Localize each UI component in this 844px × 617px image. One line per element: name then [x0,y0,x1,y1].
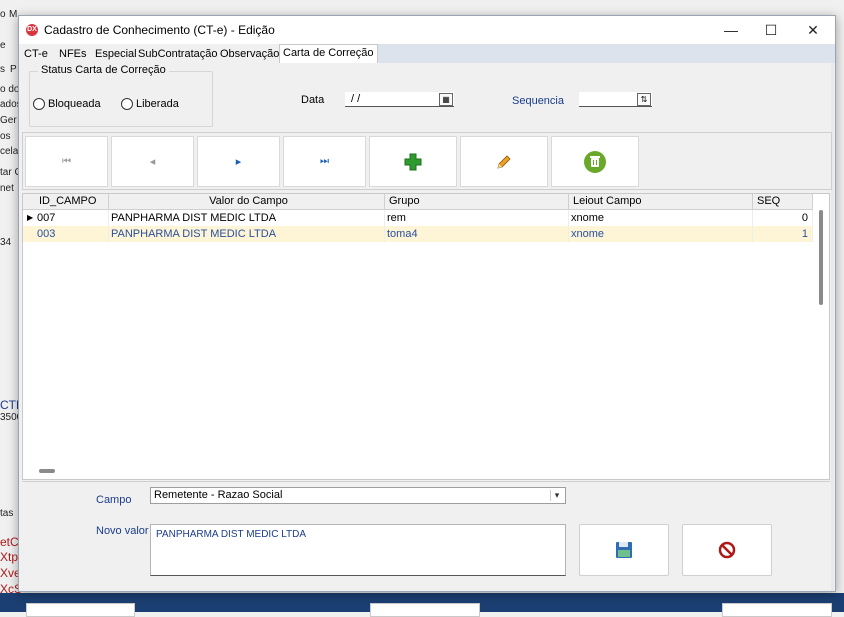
cancel-icon [718,541,736,559]
close-button[interactable]: ✕ [791,16,835,44]
table-cell-id: 007 [35,210,109,226]
campo-select-value: Remetente - Razao Social [154,489,283,501]
status-legend: Status Carta de Correção [38,64,169,76]
tab-cte[interactable]: CT-e [21,46,51,63]
tab-carta-de-correcao[interactable]: Carta de Correção [279,44,378,64]
chevron-down-icon[interactable]: ▾ [550,490,563,501]
table-cell-id: 003 [35,226,109,242]
save-disk-icon [616,542,632,558]
horizontal-scrollbar[interactable] [39,469,55,473]
column-header-valor-do-campo[interactable]: Valor do Campo [109,194,385,209]
campo-label: Campo [96,494,132,506]
tab-observacao[interactable]: Observação [217,46,282,63]
background-text-fragment: o do [0,84,20,95]
tab-bar: CT-e NFEs Especial SubContratação Observ… [19,44,835,64]
last-record-icon: ⏭ [320,156,329,167]
current-row-indicator-icon: ▶ [27,213,34,222]
first-record-button[interactable]: ⏮ [25,136,108,187]
background-text-fragment: 34 [0,237,12,248]
background-text-fragment: etC [0,535,19,549]
previous-record-button[interactable]: ◂ [111,136,194,187]
tab-especial[interactable]: Especial [92,46,140,63]
radio-circle-icon [33,98,45,110]
delete-button[interactable] [551,136,639,187]
column-header-leiout-campo[interactable]: Leiout Campo [569,194,753,209]
edit-button[interactable] [460,136,548,187]
background-text-fragment: os [0,131,11,142]
sequencia-label: Sequencia [512,95,564,107]
table-cell-valor: PANPHARMA DIST MEDIC LTDA [109,226,385,242]
maximize-button[interactable]: ☐ [749,16,793,44]
background-text-fragment: net [0,183,14,194]
background-button [722,603,832,617]
background-text-fragment: o [0,9,6,20]
save-button[interactable] [579,524,669,576]
tab-content: Status Carta de Correção Bloqueada Liber… [19,63,834,591]
app-icon: DX [26,24,38,36]
status-groupbox: Status Carta de Correção Bloqueada Liber… [29,64,213,127]
tab-bar-fill [369,44,835,63]
spinner-icon[interactable]: ⇅ [637,93,651,106]
vertical-scrollbar[interactable] [819,210,823,305]
table-cell-seq: 0 [753,210,813,226]
cte-edit-window: DX Cadastro de Conhecimento (CT-e) - Edi… [18,15,836,592]
next-record-button[interactable]: ▸ [197,136,280,187]
background-text-fragment: M [9,9,18,20]
background-text-fragment: s [0,64,5,75]
radio-liberada-label: Liberada [136,98,179,110]
background-text-fragment: P [10,64,17,75]
radio-liberada[interactable]: Liberada [121,98,179,110]
radio-circle-icon [121,98,133,110]
last-record-button[interactable]: ⏭ [283,136,366,187]
novo-valor-textarea[interactable]: PANPHARMA DIST MEDIC LTDA [150,524,566,576]
table-row[interactable]: 003 PANPHARMA DIST MEDIC LTDA toma4 xnome 1 [23,226,813,242]
title-bar: DX Cadastro de Conhecimento (CT-e) - Edi… [19,16,835,44]
table-cell-leiout: xnome [569,226,753,242]
column-header-seq[interactable]: SEQ [753,194,813,209]
next-record-icon: ▸ [235,156,242,168]
tab-nfes[interactable]: NFEs [56,46,90,63]
table-cell-valor: PANPHARMA DIST MEDIC LTDA [109,210,385,226]
background-text-fragment: Ger [0,115,17,126]
column-header-grupo[interactable]: Grupo [385,194,569,209]
grid-header: ID_CAMPO Valor do Campo Grupo Leiout Cam… [23,194,813,210]
novo-valor-label: Novo valor [96,525,149,537]
background-button [26,603,135,617]
add-button[interactable] [369,136,457,187]
tab-subcontratacao[interactable]: SubContratação [135,46,221,63]
table-row[interactable]: ▶ 007 PANPHARMA DIST MEDIC LTDA rem xnome 0 [23,210,813,226]
background-text-fragment: Xtp [0,550,19,564]
add-icon [404,153,422,170]
radio-bloqueada-label: Bloqueada [48,98,101,110]
first-record-icon: ⏮ [62,156,71,167]
cancel-button[interactable] [682,524,772,576]
correction-grid[interactable]: ID_CAMPO Valor do Campo Grupo Leiout Cam… [22,193,830,480]
table-cell-grupo: rem [385,210,569,226]
background-button [370,603,480,617]
edit-panel: Campo Remetente - Razao Social ▾ Novo va… [22,481,830,589]
minimize-button[interactable]: — [709,16,753,44]
window-title: Cadastro de Conhecimento (CT-e) - Edição [44,23,275,37]
radio-bloqueada[interactable]: Bloqueada [33,98,101,110]
data-input[interactable]: / / [345,92,454,107]
table-cell-seq: 1 [753,226,813,242]
column-header-id-campo[interactable]: ID_CAMPO [35,194,109,209]
edit-pencil-icon [497,154,511,169]
table-cell-grupo: toma4 [385,226,569,242]
record-toolbar: ⏮ ◂ ▸ ⏭ [22,132,832,190]
table-cell-leiout: xnome [569,210,753,226]
campo-select[interactable]: Remetente - Razao Social ▾ [150,487,566,504]
previous-record-icon: ◂ [149,156,156,168]
calendar-icon[interactable]: ▦ [439,93,453,106]
background-text-fragment: tas [0,508,14,519]
data-label: Data [301,94,325,106]
trash-icon [584,150,606,173]
background-text-fragment: e [0,40,6,51]
